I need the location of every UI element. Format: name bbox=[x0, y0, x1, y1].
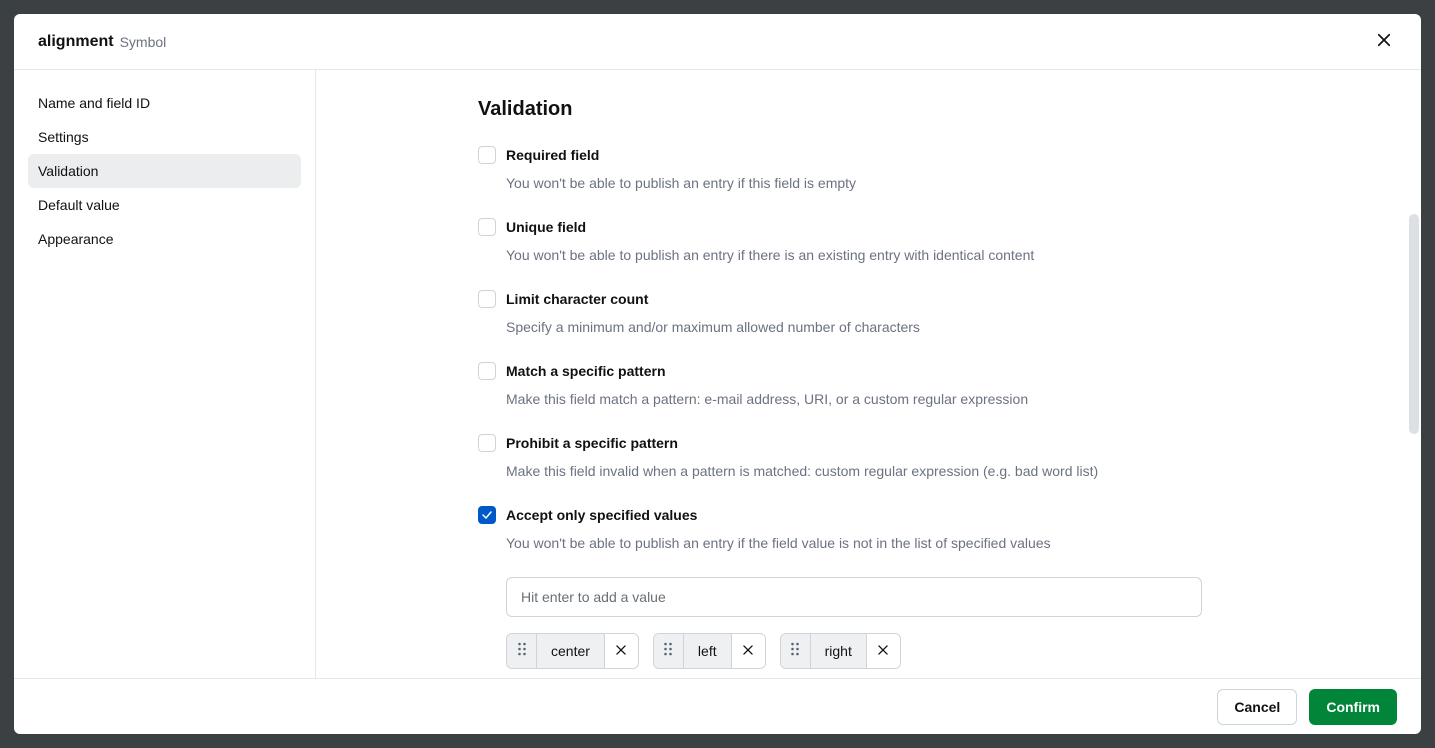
sidebar-item-label: Appearance bbox=[38, 231, 114, 247]
option-label: Required field bbox=[506, 145, 1238, 165]
sidebar-item-appearance[interactable]: Appearance bbox=[28, 222, 301, 256]
modal-header: alignment Symbol bbox=[14, 14, 1421, 70]
chip-label: right bbox=[811, 634, 866, 668]
modal-footer: Cancel Confirm bbox=[14, 678, 1421, 734]
option-desc: You won't be able to publish an entry if… bbox=[506, 533, 1238, 553]
sidebar-item-label: Default value bbox=[38, 197, 120, 213]
option-label: Limit character count bbox=[506, 289, 1238, 309]
option-prohibit-pattern: Prohibit a specific pattern Make this fi… bbox=[478, 433, 1238, 481]
close-icon bbox=[614, 643, 628, 660]
value-chip: right bbox=[780, 633, 901, 669]
sidebar-item-default-value[interactable]: Default value bbox=[28, 188, 301, 222]
sidebar-item-settings[interactable]: Settings bbox=[28, 120, 301, 154]
checkbox-accept-values[interactable] bbox=[478, 506, 496, 524]
sidebar-item-name-id[interactable]: Name and field ID bbox=[28, 86, 301, 120]
option-label: Accept only specified values bbox=[506, 505, 1238, 525]
checkbox-match-pattern[interactable] bbox=[478, 362, 496, 380]
chip-label: center bbox=[537, 634, 604, 668]
option-desc: Make this field invalid when a pattern i… bbox=[506, 461, 1238, 481]
sidebar: Name and field ID Settings Validation De… bbox=[14, 70, 316, 678]
add-value-input[interactable] bbox=[506, 577, 1202, 617]
drag-handle[interactable] bbox=[507, 634, 537, 668]
value-chip: center bbox=[506, 633, 639, 669]
checkbox-prohibit-pattern[interactable] bbox=[478, 434, 496, 452]
option-label: Match a specific pattern bbox=[506, 361, 1238, 381]
option-match-pattern: Match a specific pattern Make this field… bbox=[478, 361, 1238, 409]
confirm-button[interactable]: Confirm bbox=[1309, 689, 1397, 725]
option-desc: Specify a minimum and/or maximum allowed… bbox=[506, 317, 1238, 337]
option-desc: Make this field match a pattern: e-mail … bbox=[506, 389, 1238, 409]
chip-label: left bbox=[684, 634, 731, 668]
close-button[interactable] bbox=[1371, 27, 1397, 56]
accepted-values-editor: center left bbox=[506, 577, 1238, 669]
chip-remove-button[interactable] bbox=[604, 634, 638, 668]
scrollbar-thumb[interactable] bbox=[1409, 214, 1419, 434]
cancel-button[interactable]: Cancel bbox=[1217, 689, 1297, 725]
sidebar-item-label: Settings bbox=[38, 129, 89, 145]
option-accept-values: Accept only specified values You won't b… bbox=[478, 505, 1238, 553]
sidebar-item-label: Name and field ID bbox=[38, 95, 150, 111]
option-charcount: Limit character count Specify a minimum … bbox=[478, 289, 1238, 337]
checkbox-charcount[interactable] bbox=[478, 290, 496, 308]
field-settings-modal: alignment Symbol Name and field ID Setti… bbox=[14, 14, 1421, 734]
main-panel: Validation Required field You won't be a… bbox=[316, 70, 1421, 678]
drag-icon bbox=[517, 642, 527, 661]
chip-remove-button[interactable] bbox=[866, 634, 900, 668]
option-unique: Unique field You won't be able to publis… bbox=[478, 217, 1238, 265]
close-icon bbox=[741, 643, 755, 660]
modal-subtitle: Symbol bbox=[120, 34, 167, 50]
option-desc: You won't be able to publish an entry if… bbox=[506, 173, 1238, 193]
option-desc: You won't be able to publish an entry if… bbox=[506, 245, 1238, 265]
checkbox-unique[interactable] bbox=[478, 218, 496, 236]
option-required: Required field You won't be able to publ… bbox=[478, 145, 1238, 193]
drag-icon bbox=[790, 642, 800, 661]
drag-icon bbox=[663, 642, 673, 661]
close-icon bbox=[1375, 31, 1393, 52]
drag-handle[interactable] bbox=[781, 634, 811, 668]
sidebar-item-validation[interactable]: Validation bbox=[28, 154, 301, 188]
value-chip: left bbox=[653, 633, 766, 669]
sidebar-item-label: Validation bbox=[38, 163, 98, 179]
drag-handle[interactable] bbox=[654, 634, 684, 668]
option-label: Prohibit a specific pattern bbox=[506, 433, 1238, 453]
close-icon bbox=[876, 643, 890, 660]
modal-title: alignment bbox=[38, 33, 114, 51]
option-label: Unique field bbox=[506, 217, 1238, 237]
checkbox-required[interactable] bbox=[478, 146, 496, 164]
chip-remove-button[interactable] bbox=[731, 634, 765, 668]
value-chips: center left bbox=[506, 633, 1238, 669]
modal-body: Name and field ID Settings Validation De… bbox=[14, 70, 1421, 678]
section-heading: Validation bbox=[478, 98, 1238, 121]
